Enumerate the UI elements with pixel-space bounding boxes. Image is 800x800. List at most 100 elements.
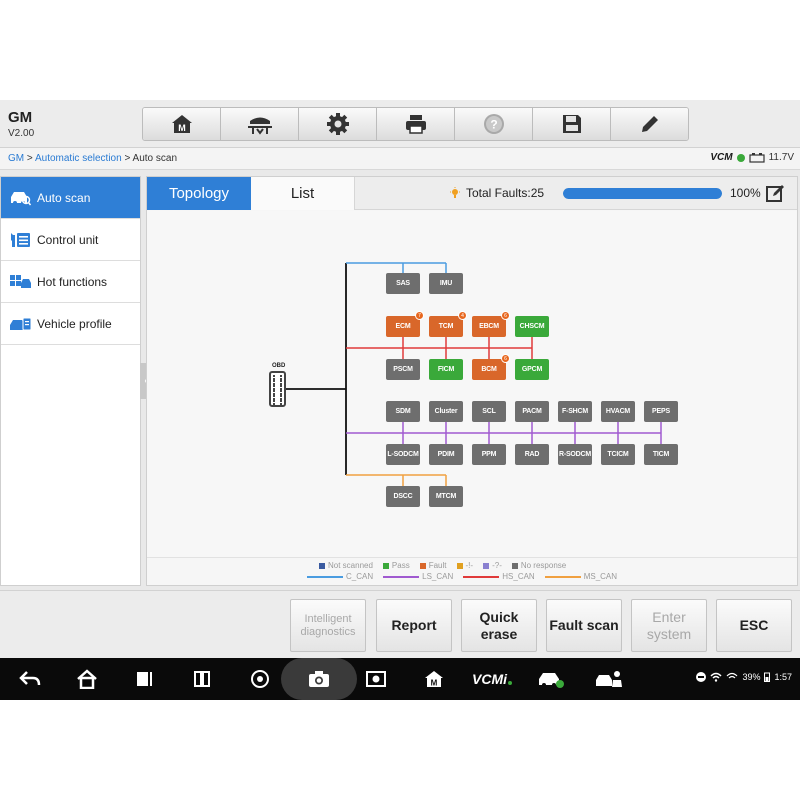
esc-button[interactable]: ESC	[716, 599, 792, 652]
app-version: V2.00	[8, 128, 35, 139]
module-tcm[interactable]: TCM	[429, 316, 463, 337]
fault-count-badge: 7	[415, 311, 424, 320]
app-title: GM	[8, 109, 33, 126]
home-button[interactable]: M	[143, 108, 221, 140]
battery-icon	[749, 152, 765, 163]
pencil-icon	[641, 116, 658, 132]
module-ticm[interactable]: TICM	[644, 444, 678, 465]
legend-fault: Fault	[419, 561, 447, 570]
tab-list[interactable]: List	[251, 177, 355, 210]
module-f-shcm[interactable]: F-SHCM	[558, 401, 592, 422]
vcmi-connected-icon	[508, 681, 512, 685]
intelligent-diagnostics-button[interactable]: Intelligent diagnostics	[290, 599, 366, 652]
legend-ms-can: MS_CAN	[544, 572, 617, 581]
vcmi-label: VCMi	[472, 671, 507, 687]
car-profile-icon	[10, 317, 31, 330]
breadcrumb-item-auto-scan: Auto scan	[132, 153, 178, 164]
module-r-sodcm[interactable]: R-SODCM	[558, 444, 592, 465]
sidebar-item-vehicle-profile[interactable]: Vehicle profile	[1, 303, 140, 345]
legend-ls-can: LS_CAN	[383, 572, 453, 581]
module-cluster[interactable]: Cluster	[429, 401, 463, 422]
module-l-sodcm[interactable]: L-SODCM	[386, 444, 420, 465]
module-chscm[interactable]: CHSCM	[515, 316, 549, 337]
legend-pass: Pass	[382, 561, 410, 570]
vcmi-button[interactable]: VCMi	[472, 667, 512, 691]
module-hvacm[interactable]: HVACM	[601, 401, 635, 422]
module-scl[interactable]: SCL	[472, 401, 506, 422]
sidebar-item-hot-functions[interactable]: Hot functions	[1, 261, 140, 303]
split-screen-icon	[194, 671, 210, 687]
module-pscm[interactable]: PSCM	[386, 359, 420, 380]
module-imu[interactable]: IMU	[429, 273, 463, 294]
breadcrumb: GM > Automatic selection > Auto scan	[8, 153, 177, 164]
autel-home-button[interactable]: M	[422, 667, 446, 691]
recents-button[interactable]	[132, 667, 156, 691]
sidebar: Auto scan Control unit Hot functions Veh…	[0, 176, 141, 586]
module-mtcm[interactable]: MTCM	[429, 486, 463, 507]
vehicle-connect-button[interactable]	[536, 667, 566, 691]
module-pacm[interactable]: PACM	[515, 401, 549, 422]
breadcrumb-item-gm[interactable]: GM	[8, 153, 24, 164]
browser-button[interactable]	[248, 667, 272, 691]
screenshot-button[interactable]	[281, 658, 357, 700]
back-button[interactable]	[18, 667, 42, 691]
battery-status-icon	[764, 672, 771, 682]
module-sdm[interactable]: SDM	[386, 401, 420, 422]
module-ppm[interactable]: PPM	[472, 444, 506, 465]
module-ebcm[interactable]: EBCM	[472, 316, 506, 337]
sidebar-item-label: Control unit	[37, 232, 99, 247]
module-gpcm[interactable]: GPCM	[515, 359, 549, 380]
obd-connector-icon	[269, 371, 286, 407]
enter-system-button[interactable]: Enter system	[631, 599, 707, 652]
action-bar: Intelligent diagnostics Report Quick era…	[0, 590, 800, 658]
svg-text:?: ?	[490, 118, 497, 132]
edit-button[interactable]	[611, 108, 688, 140]
print-button[interactable]	[377, 108, 455, 140]
grid-car-icon	[10, 274, 31, 288]
screen-record-button[interactable]	[364, 667, 388, 691]
quick-erase-button[interactable]: Quick erase	[461, 599, 537, 652]
scan-progress-text: 100%	[730, 186, 761, 200]
vcm-logo: VCM	[710, 152, 733, 163]
module-ficm[interactable]: FICM	[429, 359, 463, 380]
fault-scan-button[interactable]: Fault scan	[546, 599, 622, 652]
report-button[interactable]: Report	[376, 599, 452, 652]
edit-report-icon[interactable]	[765, 184, 785, 204]
do-not-disturb-icon	[696, 672, 707, 682]
sidebar-item-control-unit[interactable]: Control unit	[1, 219, 140, 261]
camera-icon	[309, 671, 329, 687]
app-screen: GM V2.00 M ? GM > Automatic selection > …	[0, 100, 800, 700]
sidebar-item-auto-scan[interactable]: Auto scan	[1, 177, 140, 219]
settings-button[interactable]	[299, 108, 377, 140]
total-faults-label: Total Faults:25	[466, 186, 545, 200]
app-header: GM V2.00 M ?	[0, 100, 800, 148]
vehicle-service-button[interactable]	[594, 667, 624, 691]
vehicle-lift-icon	[247, 117, 272, 135]
svg-text:M: M	[431, 679, 438, 688]
module-pdim[interactable]: PDIM	[429, 444, 463, 465]
tab-topology[interactable]: Topology	[147, 177, 251, 210]
module-rad[interactable]: RAD	[515, 444, 549, 465]
split-screen-button[interactable]	[190, 667, 214, 691]
breadcrumb-item-automatic-selection[interactable]: Automatic selection	[35, 153, 122, 164]
module-dscc[interactable]: DSCC	[386, 486, 420, 507]
status-legend: Not scanned Pass Fault -!- -?- No respon…	[319, 561, 566, 570]
topology-diagram: OBD SAS IMU ECM 7 TCM 4 EBCM 6 CHSCM PSCM FICM BCM 6…	[147, 211, 797, 689]
module-bcm[interactable]: BCM	[472, 359, 506, 380]
android-home-button[interactable]	[75, 667, 99, 691]
module-peps[interactable]: PEPS	[644, 401, 678, 422]
vehicle-lift-button[interactable]	[221, 108, 299, 140]
screen-record-icon	[366, 671, 386, 687]
legend-unknown: -?-	[483, 561, 502, 570]
module-sas[interactable]: SAS	[386, 273, 420, 294]
module-ecm[interactable]: ECM	[386, 316, 420, 337]
obd-label: OBD	[272, 363, 286, 369]
module-tcicm[interactable]: TCICM	[601, 444, 635, 465]
home-icon: M	[171, 115, 192, 133]
breadcrumb-bar: GM > Automatic selection > Auto scan VCM…	[0, 148, 800, 170]
legend-not-scanned: Not scanned	[319, 561, 373, 570]
legend-no-response: No response	[511, 561, 566, 570]
wifi-icon	[710, 672, 722, 682]
save-button[interactable]	[533, 108, 611, 140]
help-button[interactable]: ?	[455, 108, 533, 140]
